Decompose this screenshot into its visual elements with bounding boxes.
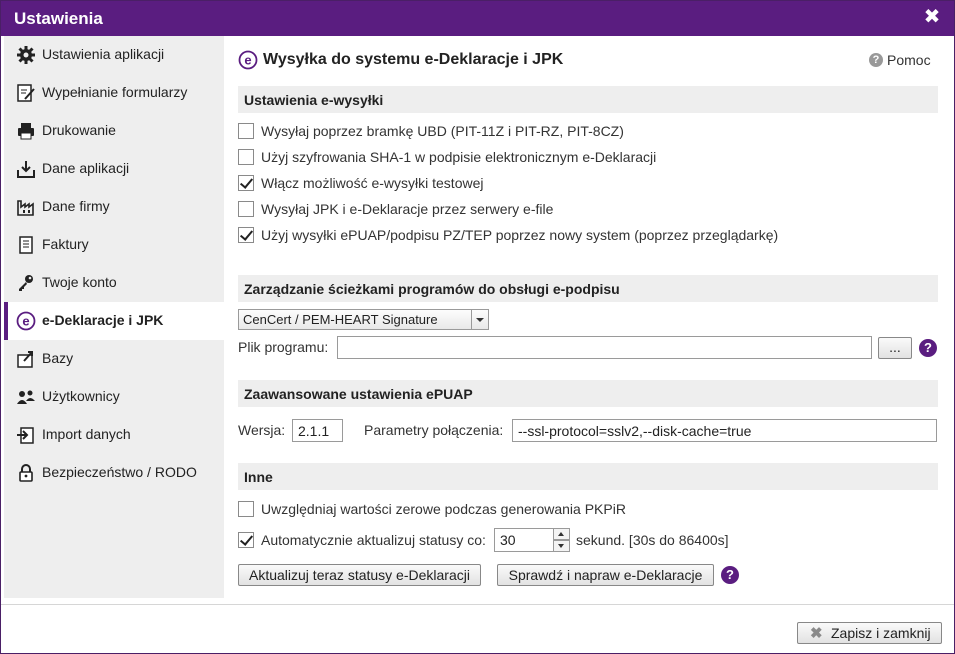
option-label: Wysyłaj poprzez bramkę UBD (PIT-11Z i PI… <box>261 123 624 139</box>
factory-icon <box>17 200 34 216</box>
sidebar-item-app-settings[interactable]: Ustawienia aplikacji <box>4 36 224 74</box>
esend-section-heading: Ustawienia e-wysyłki <box>238 86 938 113</box>
update-statuses-button[interactable]: Aktualizuj teraz statusy e-Deklaracji <box>238 564 481 586</box>
footer-divider <box>1 604 954 605</box>
svg-text:e: e <box>22 314 29 329</box>
program-file-label: Plik programu: <box>238 339 329 355</box>
close-x-icon: ✖ <box>810 625 823 642</box>
stepper-up-button[interactable] <box>553 528 570 540</box>
sidebar-item-invoices[interactable]: Faktury <box>4 226 224 264</box>
checkbox[interactable] <box>238 532 254 548</box>
update-interval-field[interactable] <box>494 528 554 552</box>
sidebar-item-label: e-Deklaracje i JPK <box>42 312 164 328</box>
window-title: Ustawienia <box>14 9 103 28</box>
chevron-down-icon <box>558 544 564 548</box>
checkbox[interactable] <box>238 227 254 243</box>
sidebar-item-label: Dane firmy <box>42 198 110 214</box>
sidebar-item-label: Faktury <box>42 236 89 252</box>
save-close-button[interactable]: ✖ Zapisz i zamknij <box>797 622 942 644</box>
help-question-icon[interactable]: ? <box>919 339 937 357</box>
option-label: Uwzględniaj wartości zerowe podczas gene… <box>261 501 626 517</box>
import-icon <box>17 427 34 444</box>
checkbox[interactable] <box>238 201 254 217</box>
help-label: Pomoc <box>887 52 931 68</box>
sidebar-item-forms[interactable]: Wypełnianie formularzy <box>4 74 224 112</box>
checkbox[interactable] <box>238 501 254 517</box>
form-edit-icon <box>17 84 35 102</box>
chevron-down-icon <box>476 318 484 322</box>
check-fix-button[interactable]: Sprawdź i napraw e-Deklaracje <box>497 564 714 586</box>
checkbox[interactable] <box>238 149 254 165</box>
key-icon <box>19 275 33 291</box>
invoice-icon <box>19 236 33 254</box>
main-content: e Wysyłka do systemu e-Deklaracje i JPK … <box>224 36 954 598</box>
title-bar: Ustawienia ✖ <box>1 1 954 36</box>
option-label: Użyj szyfrowania SHA-1 w podpisie elektr… <box>261 149 657 165</box>
download-tray-icon <box>17 161 35 178</box>
checkbox[interactable] <box>238 123 254 139</box>
connection-params-label: Parametry połączenia: <box>364 422 504 438</box>
option-label: Użyj wysyłki ePUAP/podpisu PZ/TEP poprze… <box>261 227 779 243</box>
sidebar-item-label: Bezpieczeństwo / RODO <box>42 464 197 480</box>
close-icon[interactable]: ✖ <box>922 7 942 27</box>
e-declaration-icon: e <box>16 311 36 331</box>
database-export-icon <box>17 351 33 368</box>
settings-window: Ustawienia ✖ Ustawienia aplikacji Wypełn… <box>0 0 955 654</box>
lock-icon <box>19 464 33 482</box>
sidebar-item-company[interactable]: Dane firmy <box>4 188 224 226</box>
users-icon <box>17 390 35 404</box>
program-file-field[interactable] <box>337 336 872 359</box>
sidebar-item-label: Wypełnianie formularzy <box>42 84 188 100</box>
sidebar-item-label: Import danych <box>42 426 131 442</box>
question-icon: ? <box>869 53 883 67</box>
sidebar-item-label: Twoje konto <box>42 274 117 290</box>
sidebar: Ustawienia aplikacji Wypełnianie formula… <box>4 36 224 598</box>
sidebar-item-databases[interactable]: Bazy <box>4 340 224 378</box>
browse-button[interactable]: ... <box>878 337 912 359</box>
sidebar-item-label: Dane aplikacji <box>42 160 130 176</box>
printer-icon <box>18 123 34 140</box>
sidebar-item-security[interactable]: Bezpieczeństwo / RODO <box>4 454 224 492</box>
update-interval-unit: sekund. [30s do 86400s] <box>576 532 729 548</box>
sidebar-item-app-data[interactable]: Dane aplikacji <box>4 150 224 188</box>
version-field[interactable] <box>292 419 343 442</box>
update-interval-stepper[interactable] <box>494 528 570 552</box>
connection-params-field[interactable] <box>512 419 937 442</box>
svg-text:e: e <box>244 53 251 68</box>
other-section-heading: Inne <box>238 463 938 490</box>
option-label: Włącz możliwość e-wysyłki testowej <box>261 175 484 191</box>
sidebar-item-edeclarations[interactable]: e e-Deklaracje i JPK <box>4 302 224 340</box>
page-title: Wysyłka do systemu e-Deklaracje i JPK <box>263 51 564 68</box>
sidebar-item-account[interactable]: Twoje konto <box>4 264 224 302</box>
sidebar-item-import[interactable]: Import danych <box>4 416 224 454</box>
sidebar-item-label: Użytkownicy <box>42 388 120 404</box>
dropdown-button[interactable] <box>471 310 488 329</box>
epuap-section-heading: Zaawansowane ustawienia ePUAP <box>238 380 938 407</box>
save-close-label: Zapisz i zamknij <box>831 625 931 641</box>
sidebar-item-label: Drukowanie <box>42 122 116 138</box>
sidebar-item-users[interactable]: Użytkownicy <box>4 378 224 416</box>
sidebar-item-label: Bazy <box>42 350 74 366</box>
help-question-icon[interactable]: ? <box>721 566 739 584</box>
signature-section-heading: Zarządzanie ścieżkami programów do obsłu… <box>238 275 938 302</box>
sidebar-item-printing[interactable]: Drukowanie <box>4 112 224 150</box>
selected-program: CenCert / PEM-HEART Signature <box>243 312 438 327</box>
e-declaration-icon: e <box>238 50 258 70</box>
stepper-down-button[interactable] <box>553 540 570 552</box>
checkbox[interactable] <box>238 175 254 191</box>
option-label: Wysyłaj JPK i e-Deklaracje przez serwery… <box>261 201 554 217</box>
sidebar-item-label: Ustawienia aplikacji <box>42 46 165 62</box>
signature-program-select[interactable]: CenCert / PEM-HEART Signature <box>238 309 489 330</box>
option-label: Automatycznie aktualizuj statusy co: <box>261 532 486 548</box>
chevron-up-icon <box>558 532 564 536</box>
gear-icon <box>17 46 35 64</box>
version-label: Wersja: <box>238 422 286 438</box>
